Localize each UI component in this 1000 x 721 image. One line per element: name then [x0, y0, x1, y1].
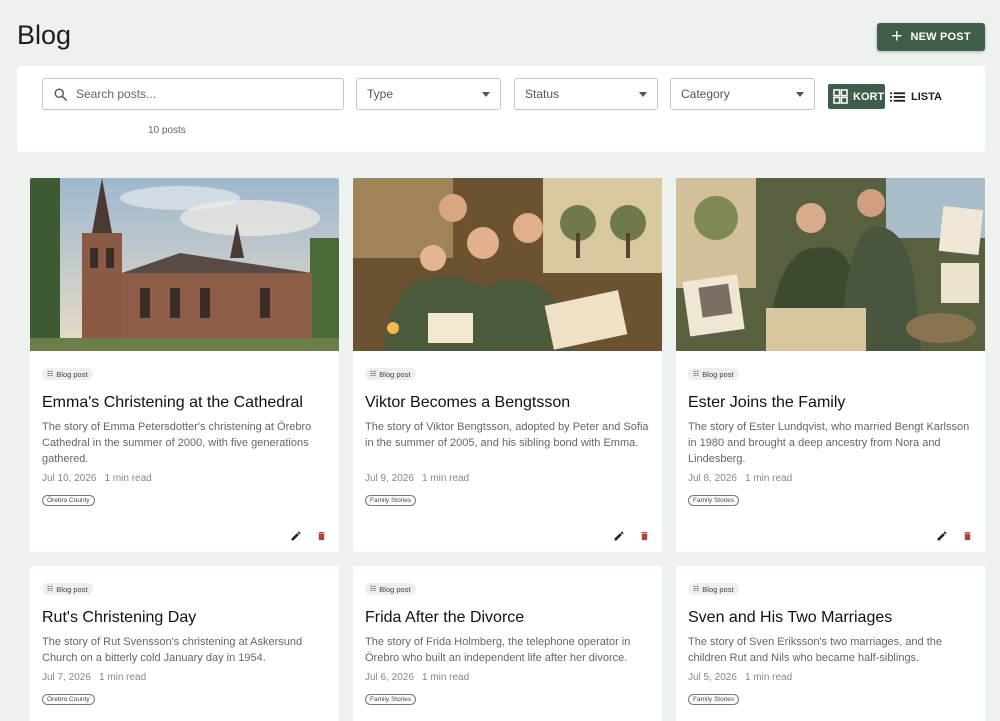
edit-icon[interactable] [936, 530, 948, 542]
view-card-button[interactable]: KORT [828, 84, 885, 109]
post-card[interactable]: ☷ Blog post Rut's Christening Day The sto… [30, 566, 339, 721]
post-card[interactable]: ☷ Blog post Viktor Becomes a Bengtsson Th… [353, 178, 662, 552]
post-date: Jul 8, 2026 [688, 473, 737, 484]
type-chip: ☷ Blog post [42, 368, 93, 380]
category-chip[interactable]: Family Stories [365, 694, 417, 705]
post-image-family [353, 178, 662, 351]
post-description: The story of Rut Svensson's christening … [42, 636, 303, 664]
post-card[interactable]: ☷ Blog post Sven and His Two Marriages Th… [676, 566, 985, 721]
filter-bar: Type Status Category KORT LISTA 10 posts [17, 66, 985, 152]
type-chip: ☷ Blog post [365, 368, 416, 380]
type-chip: ☷ Blog post [688, 368, 739, 380]
type-chip: ☷ Blog post [365, 583, 416, 595]
read-time: 1 min read [98, 672, 147, 683]
category-chip[interactable]: Örebro County [42, 495, 95, 506]
new-post-button[interactable]: + NEW POST [877, 23, 985, 51]
read-time: 1 min read [421, 672, 470, 683]
type-chip: ☷ Blog post [688, 583, 739, 595]
post-count: 10 posts [148, 125, 186, 136]
post-date: Jul 5, 2026 [688, 672, 737, 683]
delete-icon[interactable] [639, 530, 650, 542]
type-select-label: Type [367, 87, 394, 101]
post-card[interactable]: ☷ Blog post Frida After the Divorce The s… [353, 566, 662, 721]
edit-icon[interactable] [613, 530, 625, 542]
post-date: Jul 10, 2026 [42, 473, 97, 484]
post-image-cathedral [30, 178, 339, 351]
grid-icon [833, 89, 848, 104]
document-icon: ☷ [693, 586, 700, 593]
type-chip: ☷ Blog post [42, 583, 93, 595]
document-icon: ☷ [47, 371, 54, 378]
post-title[interactable]: Frida After the Divorce [365, 608, 650, 627]
delete-icon[interactable] [316, 530, 327, 542]
post-title[interactable]: Ester Joins the Family [688, 393, 973, 412]
post-description: The story of Ester Lundqvist, who marrie… [688, 421, 970, 465]
category-chip[interactable]: Örebro County [42, 694, 95, 705]
category-chip[interactable]: Family Stories [688, 694, 740, 705]
document-icon: ☷ [47, 586, 54, 593]
post-date: Jul 6, 2026 [365, 672, 414, 683]
read-time: 1 min read [104, 473, 152, 484]
category-chip[interactable]: Family Stories [365, 495, 417, 506]
document-icon: ☷ [370, 371, 377, 378]
post-card[interactable]: ☷ Blog post Ester Joins the Family The st… [676, 178, 985, 552]
search-box[interactable] [42, 78, 344, 110]
category-chip[interactable]: Family Stories [688, 495, 740, 506]
read-time: 1 min read [421, 473, 470, 484]
document-icon: ☷ [370, 586, 377, 593]
delete-icon[interactable] [962, 530, 973, 542]
post-date: Jul 7, 2026 [42, 672, 91, 683]
chevron-down-icon [796, 91, 804, 97]
search-input[interactable] [76, 87, 326, 101]
plus-icon: + [891, 25, 903, 47]
post-title[interactable]: Viktor Becomes a Bengtsson [365, 393, 650, 412]
post-description: The story of Emma Petersdotter's christe… [42, 421, 312, 465]
status-select[interactable]: Status [514, 78, 658, 110]
post-image-couple [676, 178, 985, 351]
list-icon [890, 91, 905, 102]
search-icon [54, 88, 67, 101]
post-card[interactable]: ☷ Blog post Emma's Christening at the Cat… [30, 178, 339, 552]
post-title[interactable]: Rut's Christening Day [42, 608, 327, 627]
edit-icon[interactable] [290, 530, 302, 542]
type-select[interactable]: Type [356, 78, 501, 110]
view-card-label: KORT [853, 90, 885, 103]
page-title: Blog [17, 20, 72, 50]
new-post-label: NEW POST [910, 31, 971, 43]
read-time: 1 min read [744, 672, 793, 683]
status-select-label: Status [525, 87, 560, 101]
post-title[interactable]: Emma's Christening at the Cathedral [42, 393, 327, 412]
chevron-down-icon [639, 91, 647, 97]
post-description: The story of Sven Eriksson's two marriag… [688, 636, 942, 664]
view-list-button[interactable]: LISTA [890, 84, 942, 109]
read-time: 1 min read [744, 473, 793, 484]
category-select[interactable]: Category [670, 78, 815, 110]
view-list-label: LISTA [911, 90, 942, 103]
category-select-label: Category [681, 87, 730, 101]
post-description: The story of Viktor Bengtsson, adopted b… [365, 421, 649, 449]
post-date: Jul 9, 2026 [365, 473, 414, 484]
chevron-down-icon [482, 91, 490, 97]
document-icon: ☷ [693, 371, 700, 378]
post-title[interactable]: Sven and His Two Marriages [688, 608, 973, 627]
post-description: The story of Frida Holmberg, the telepho… [365, 636, 631, 664]
